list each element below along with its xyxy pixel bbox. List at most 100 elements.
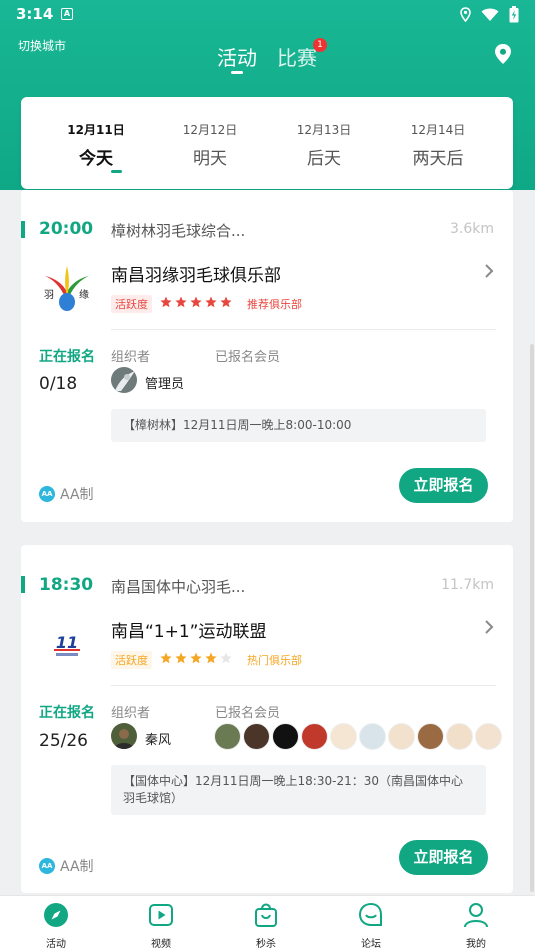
date-tab-day-after[interactable]: 12月13日 后天 bbox=[284, 121, 364, 169]
chevron-right-icon[interactable] bbox=[483, 619, 495, 635]
divider bbox=[111, 329, 496, 330]
tab-activities[interactable]: 活动 bbox=[217, 42, 257, 71]
member-avatar[interactable] bbox=[330, 723, 357, 750]
activity-time: 20:00 bbox=[39, 219, 94, 239]
signup-count: 25/26 bbox=[39, 731, 88, 751]
weekday-label: 后天 bbox=[307, 149, 341, 169]
payment-type: AA AA制 bbox=[39, 856, 94, 876]
nav-item-flash-sale[interactable]: 秒杀 bbox=[236, 902, 296, 950]
shopping-bag-icon bbox=[255, 903, 277, 927]
members-label: 已报名会员 bbox=[215, 706, 281, 721]
member-avatar[interactable] bbox=[214, 723, 241, 750]
tab-matches[interactable]: 比赛 bbox=[277, 42, 317, 71]
battery-icon bbox=[509, 6, 519, 23]
member-avatar[interactable] bbox=[272, 723, 299, 750]
club-logo[interactable]: 11 bbox=[41, 618, 93, 670]
member-avatar[interactable] bbox=[417, 723, 444, 750]
date-tab-today[interactable]: 12月11日 今天 bbox=[56, 121, 136, 169]
nav-item-activities[interactable]: 活动 bbox=[26, 902, 86, 950]
status-bar: 3:14 A bbox=[0, 0, 535, 30]
members-label: 已报名会员 bbox=[215, 350, 281, 365]
nav-label: 秒杀 bbox=[256, 939, 276, 950]
date-label: 12月14日 bbox=[410, 123, 466, 137]
nav-label: 论坛 bbox=[361, 939, 381, 950]
nav-label: 活动 bbox=[46, 939, 66, 950]
star-icon bbox=[220, 652, 232, 664]
date-label: 12月13日 bbox=[296, 123, 352, 137]
matches-badge: 1 bbox=[313, 38, 327, 52]
nav-label: 我的 bbox=[466, 939, 486, 950]
nav-item-videos[interactable]: 视频 bbox=[131, 902, 191, 950]
activity-note: 【樟树林】12月11日周一晚上8:00-10:00 bbox=[111, 409, 486, 442]
signup-button[interactable]: 立即报名 bbox=[399, 468, 488, 503]
date-tab-in-two-days[interactable]: 12月14日 两天后 bbox=[398, 121, 478, 169]
bottom-nav: 活动 视频 秒杀 论坛 我的 bbox=[0, 895, 535, 951]
member-avatar[interactable] bbox=[475, 723, 502, 750]
star-icon bbox=[190, 652, 202, 664]
venue-name: 南昌国体中心羽毛... bbox=[111, 578, 246, 596]
recommend-label: 热门俱乐部 bbox=[247, 654, 302, 667]
member-avatar[interactable] bbox=[301, 723, 328, 750]
member-avatar[interactable] bbox=[446, 723, 473, 750]
star-icon bbox=[220, 296, 232, 308]
compass-icon bbox=[44, 903, 68, 927]
chevron-right-icon[interactable] bbox=[483, 263, 495, 279]
status-time: 3:14 bbox=[16, 5, 54, 23]
date-tab-tomorrow[interactable]: 12月12日 明天 bbox=[170, 121, 250, 169]
date-selected-indicator bbox=[111, 170, 122, 173]
nav-item-profile[interactable]: 我的 bbox=[446, 902, 506, 950]
organizer-name: 秦风 bbox=[145, 733, 172, 748]
payment-label: AA制 bbox=[60, 487, 94, 503]
recommend-label: 推荐俱乐部 bbox=[247, 298, 302, 311]
member-avatar[interactable] bbox=[388, 723, 415, 750]
weekday-label: 两天后 bbox=[412, 149, 464, 169]
member-avatar[interactable] bbox=[359, 723, 386, 750]
signup-button[interactable]: 立即报名 bbox=[399, 840, 488, 875]
logo-text-left: 羽 bbox=[44, 289, 54, 301]
wifi-icon bbox=[481, 8, 499, 21]
organizer-label: 组织者 bbox=[111, 706, 151, 721]
organizer-avatar[interactable] bbox=[111, 723, 137, 749]
star-icon bbox=[190, 296, 202, 308]
star-icon bbox=[160, 296, 172, 308]
nav-item-forum[interactable]: 论坛 bbox=[341, 902, 401, 950]
member-avatars[interactable] bbox=[214, 723, 502, 750]
play-icon bbox=[149, 904, 173, 926]
star-icon bbox=[175, 652, 187, 664]
payment-label: AA制 bbox=[60, 859, 94, 875]
tab-active-indicator bbox=[231, 71, 243, 74]
organizer-avatar[interactable] bbox=[111, 367, 137, 393]
date-label: 12月12日 bbox=[182, 123, 238, 137]
star-icon bbox=[205, 652, 217, 664]
weekday-label: 明天 bbox=[193, 149, 227, 169]
notification-badge-icon: A bbox=[61, 8, 73, 20]
logo-text-right: 缘 bbox=[79, 288, 89, 301]
signup-status: 正在报名 bbox=[39, 349, 95, 365]
club-name[interactable]: 南昌“1+1”运动联盟 bbox=[111, 617, 267, 642]
signup-status: 正在报名 bbox=[39, 705, 95, 721]
aa-icon: AA bbox=[39, 486, 55, 502]
time-marker bbox=[21, 221, 25, 238]
date-label: 12月11日 bbox=[67, 123, 125, 137]
time-marker bbox=[21, 576, 25, 593]
payment-type: AA AA制 bbox=[39, 484, 94, 504]
location-status-icon bbox=[460, 7, 471, 22]
activity-card[interactable]: 18:30 南昌国体中心羽毛... 11.7km 11 南昌“1+1”运动联盟 … bbox=[21, 545, 513, 893]
activity-time: 18:30 bbox=[39, 575, 94, 595]
club-name[interactable]: 南昌羽缘羽毛球俱乐部 bbox=[111, 261, 281, 286]
scrollbar[interactable] bbox=[530, 344, 534, 892]
divider bbox=[111, 685, 496, 686]
star-icon bbox=[205, 296, 217, 308]
nav-label: 视频 bbox=[151, 939, 171, 950]
signup-count: 0/18 bbox=[39, 374, 78, 394]
activity-note: 【国体中心】12月11日周一晚上18:30-21：30（南昌国体中心羽毛球馆） bbox=[111, 765, 486, 815]
location-pin-icon[interactable] bbox=[493, 43, 513, 65]
member-avatar[interactable] bbox=[243, 723, 270, 750]
activity-card[interactable]: 20:00 樟树林羽毛球综合... 3.6km 羽 缘 南昌羽缘羽毛球俱乐部 活… bbox=[21, 190, 513, 522]
rating-stars bbox=[160, 296, 232, 308]
organizer-name: 管理员 bbox=[145, 377, 185, 392]
club-logo[interactable]: 羽 缘 bbox=[41, 262, 93, 314]
chat-bubble-icon bbox=[358, 902, 382, 926]
aa-icon: AA bbox=[39, 858, 55, 874]
star-icon bbox=[175, 296, 187, 308]
